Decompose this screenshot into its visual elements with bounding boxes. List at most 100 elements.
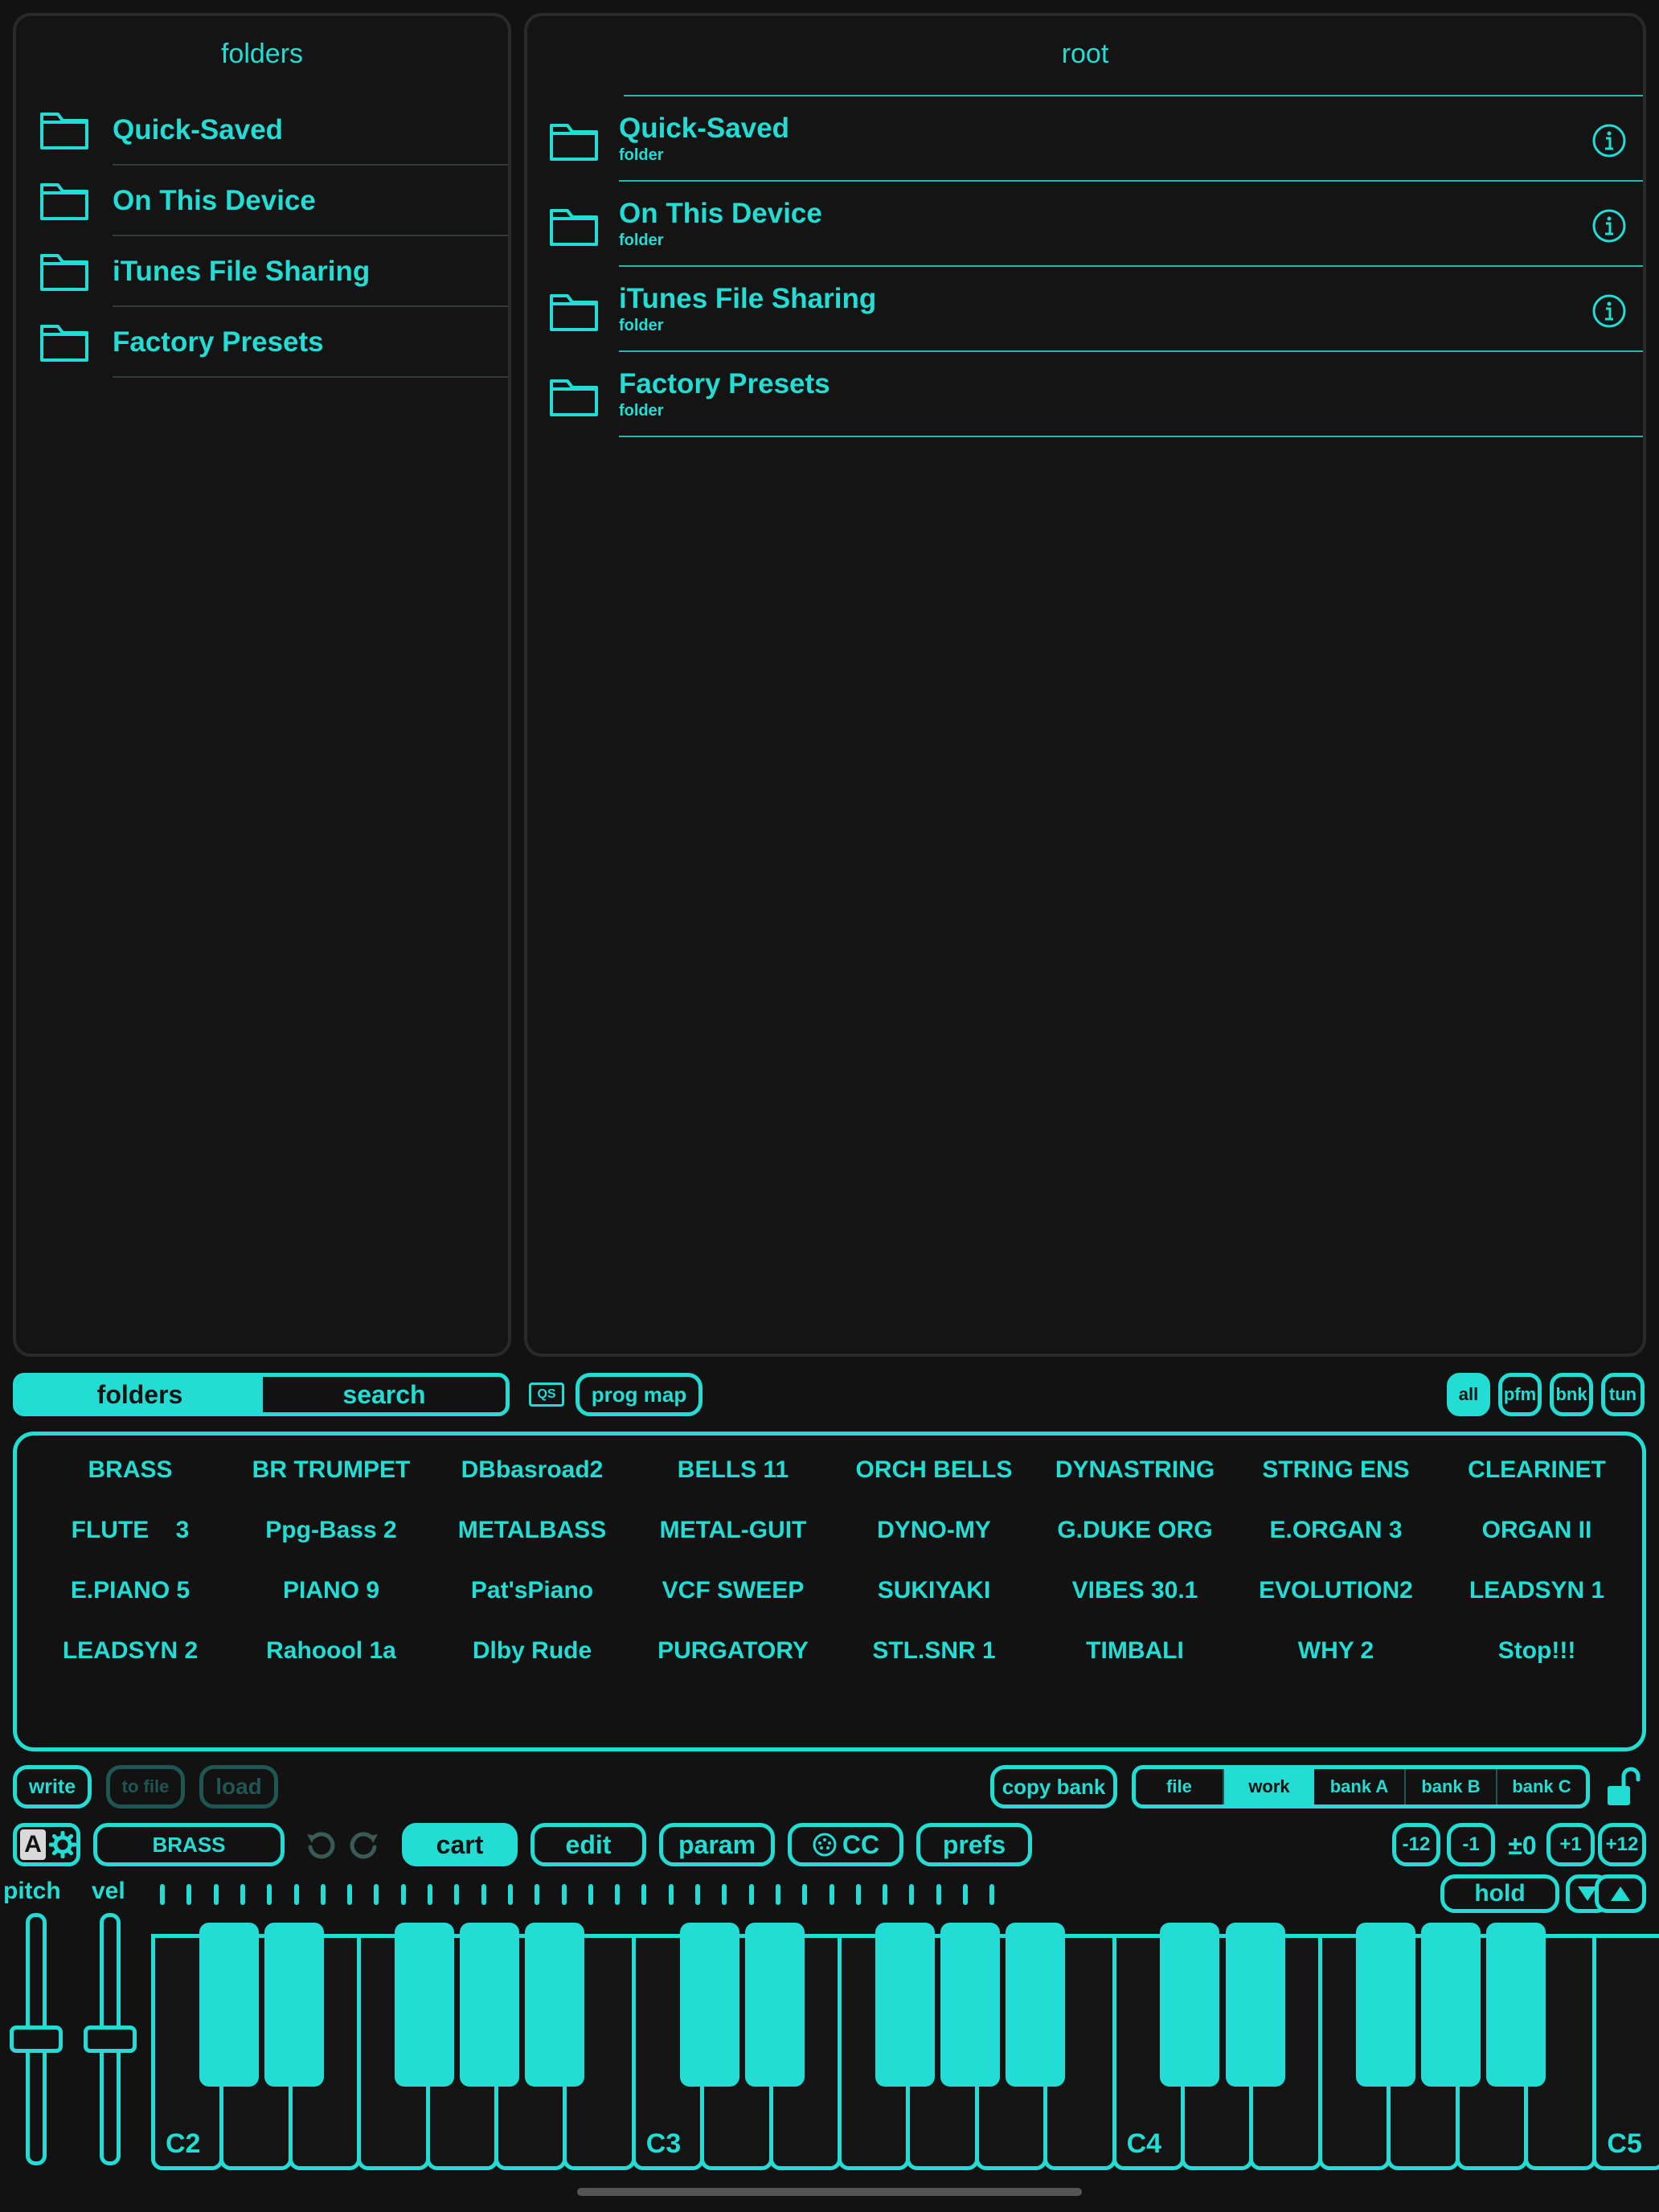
mode-tab-edit[interactable]: edit (530, 1823, 646, 1866)
copy-bank-button[interactable]: copy bank (990, 1765, 1117, 1809)
black-key[interactable] (525, 1923, 585, 2087)
black-key[interactable] (1355, 1923, 1415, 2087)
root-list-item-quick-saved[interactable]: Quick-Saved folder (527, 96, 1643, 182)
folder-list-item-factory-presets[interactable]: Factory Presets (16, 307, 508, 378)
black-key[interactable] (875, 1923, 935, 2087)
black-key[interactable] (1006, 1923, 1066, 2087)
voice-cell[interactable]: PURGATORY (633, 1637, 834, 1665)
voice-cell[interactable]: Stop!!! (1436, 1637, 1637, 1665)
voice-cell[interactable]: Rahoool 1a (231, 1637, 432, 1665)
root-list-item-factory-presets[interactable]: Factory Presets folder (527, 352, 1643, 437)
quick-save-icon[interactable]: QS (529, 1382, 564, 1407)
mode-tab-cart[interactable]: cart (402, 1823, 518, 1866)
voice-cell[interactable]: SUKIYAKI (834, 1577, 1034, 1604)
black-key[interactable] (1486, 1923, 1546, 2087)
folder-label: Quick-Saved (113, 114, 284, 145)
voice-cell[interactable]: DYNO-MY (834, 1517, 1034, 1544)
folder-icon (40, 325, 88, 362)
hold-button[interactable]: hold (1440, 1874, 1559, 1913)
black-key[interactable] (395, 1923, 455, 2087)
info-icon[interactable] (1591, 123, 1627, 158)
voice-cell[interactable]: VCF SWEEP (633, 1577, 834, 1604)
voice-cell[interactable]: ORCH BELLS (834, 1456, 1034, 1484)
voice-cell[interactable]: ORGAN II (1436, 1517, 1637, 1544)
filter-pfm-button[interactable]: pfm (1498, 1373, 1542, 1416)
browser-segmented-control: folders search (13, 1373, 510, 1416)
black-key[interactable] (744, 1923, 805, 2087)
tab-search[interactable]: search (263, 1377, 506, 1412)
triangle-up-icon (1611, 1886, 1630, 1901)
voice-cell[interactable]: BR TRUMPET (231, 1456, 432, 1484)
black-key[interactable] (460, 1923, 520, 2087)
load-button[interactable]: load (199, 1765, 278, 1809)
root-panel-title: root (1061, 39, 1109, 69)
transpose-plus-1-button[interactable]: +1 (1546, 1823, 1595, 1866)
voice-cell[interactable]: FLUTE 3 (30, 1517, 231, 1544)
root-list-item-on-this-device[interactable]: On This Device folder (527, 182, 1643, 267)
voice-cell[interactable]: TIMBALI (1034, 1637, 1235, 1665)
mode-tab-cc[interactable]: CC (788, 1823, 903, 1866)
pitch-slider-thumb[interactable] (10, 2026, 63, 2053)
voice-cell[interactable]: BRASS (30, 1456, 231, 1484)
undo-icon[interactable] (304, 1829, 336, 1862)
mode-tab-prefs[interactable]: prefs (916, 1823, 1032, 1866)
voice-cell[interactable]: STRING ENS (1235, 1456, 1436, 1484)
voice-cell[interactable]: LEADSYN 2 (30, 1637, 231, 1665)
unlock-icon[interactable] (1604, 1765, 1643, 1809)
transpose-minus-12-button[interactable]: -12 (1392, 1823, 1440, 1866)
black-key[interactable] (679, 1923, 739, 2087)
voice-cell[interactable]: CLEARINET (1436, 1456, 1637, 1484)
bank-tab-b[interactable]: bank B (1406, 1769, 1497, 1804)
to-file-button[interactable]: to file (106, 1765, 185, 1809)
voice-cell[interactable]: EVOLUTION2 (1235, 1577, 1436, 1604)
app-settings-control[interactable]: A (13, 1823, 80, 1866)
folder-list-item-quick-saved[interactable]: Quick-Saved (16, 95, 508, 166)
info-icon[interactable] (1591, 293, 1627, 329)
write-button[interactable]: write (13, 1765, 92, 1809)
vel-slider-thumb[interactable] (84, 2026, 137, 2053)
voice-cell[interactable]: Dlby Rude (432, 1637, 633, 1665)
filter-tun-button[interactable]: tun (1601, 1373, 1645, 1416)
filter-bnk-button[interactable]: bnk (1550, 1373, 1593, 1416)
bank-tab-a[interactable]: bank A (1314, 1769, 1406, 1804)
black-key[interactable] (199, 1923, 259, 2087)
filter-all-button[interactable]: all (1447, 1373, 1490, 1416)
folder-list-item-itunes-file-sharing[interactable]: iTunes File Sharing (16, 236, 508, 307)
black-key[interactable] (1420, 1923, 1481, 2087)
voice-cell[interactable]: Ppg-Bass 2 (231, 1517, 432, 1544)
folder-list-item-on-this-device[interactable]: On This Device (16, 166, 508, 236)
voice-cell[interactable]: BELLS 11 (633, 1456, 834, 1484)
voice-cell[interactable]: Pat'sPiano (432, 1577, 633, 1604)
tab-folders[interactable]: folders (17, 1377, 263, 1412)
octave-up-button[interactable] (1595, 1874, 1646, 1913)
black-key[interactable] (940, 1923, 1001, 2087)
voice-cell[interactable]: E.PIANO 5 (30, 1577, 231, 1604)
black-key[interactable] (264, 1923, 324, 2087)
transpose-plus-12-button[interactable]: +12 (1598, 1823, 1646, 1866)
black-key[interactable] (1160, 1923, 1220, 2087)
voice-cell[interactable]: E.ORGAN 3 (1235, 1517, 1436, 1544)
voice-cell[interactable]: METAL-GUIT (633, 1517, 834, 1544)
voice-cell[interactable]: DBbasroad2 (432, 1456, 633, 1484)
info-icon[interactable] (1591, 208, 1627, 244)
folder-icon (550, 124, 598, 161)
transpose-minus-1-button[interactable]: -1 (1447, 1823, 1495, 1866)
bank-tab-work[interactable]: work (1224, 1769, 1314, 1804)
voice-cell[interactable]: PIANO 9 (231, 1577, 432, 1604)
bank-tab-file[interactable]: file (1136, 1769, 1224, 1804)
folders-panel: folders Quick-Saved On This Device iTune… (13, 13, 511, 1357)
voice-cell[interactable]: VIBES 30.1 (1034, 1577, 1235, 1604)
voice-cell[interactable]: WHY 2 (1235, 1637, 1436, 1665)
bank-tab-c[interactable]: bank C (1497, 1769, 1586, 1804)
voice-name-display[interactable]: BRASS (93, 1823, 285, 1866)
black-key[interactable] (1225, 1923, 1285, 2087)
mode-tab-param[interactable]: param (659, 1823, 775, 1866)
voice-cell[interactable]: METALBASS (432, 1517, 633, 1544)
root-list-item-itunes-file-sharing[interactable]: iTunes File Sharing folder (527, 267, 1643, 352)
voice-cell[interactable]: LEADSYN 1 (1436, 1577, 1637, 1604)
voice-cell[interactable]: G.DUKE ORG (1034, 1517, 1235, 1544)
redo-icon[interactable] (349, 1829, 381, 1862)
voice-cell[interactable]: STL.SNR 1 (834, 1637, 1034, 1665)
prog-map-button[interactable]: prog map (576, 1373, 703, 1416)
voice-cell[interactable]: DYNASTRING (1034, 1456, 1235, 1484)
